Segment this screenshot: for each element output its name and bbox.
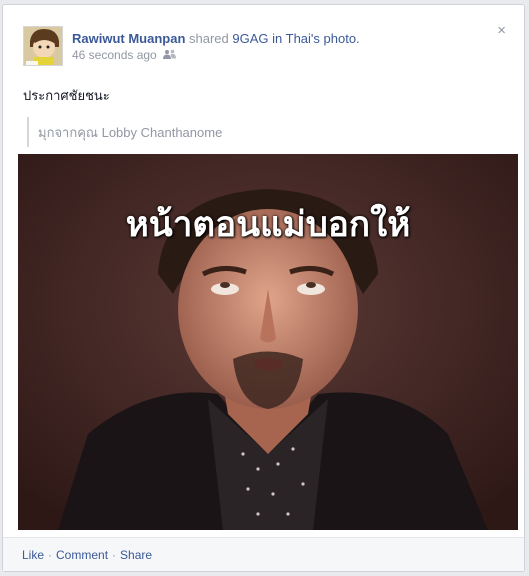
close-icon[interactable]: × [497, 23, 506, 38]
author-avatar[interactable] [23, 26, 63, 66]
post-actions: Like · Comment · Share [3, 537, 524, 571]
post-meta: 46 seconds ago [72, 48, 176, 62]
quote-text: มุกจากคุณ Lobby Chanthanome [38, 124, 223, 140]
share-button[interactable]: Share [120, 548, 152, 562]
page-name-link[interactable]: 9GAG in Thai [232, 31, 311, 46]
like-button[interactable]: Like [22, 548, 44, 562]
quote-block: มุกจากคุณ Lobby Chanthanome [27, 117, 222, 147]
action-separator: · [48, 547, 53, 562]
timestamp-link[interactable]: 46 seconds ago [72, 48, 157, 62]
author-name-link[interactable]: Rawiwut Muanpan [72, 31, 185, 46]
friends-icon[interactable] [162, 48, 176, 62]
meme-caption: หน้าตอนแม่บอกให้ [125, 205, 411, 245]
action-text: shared [189, 31, 229, 46]
action-separator: · [112, 547, 117, 562]
status-text: ประกาศชัยชนะ [23, 88, 110, 103]
post-card: Rawiwut Muanpan shared 9GAG in Thai's ph… [2, 4, 525, 572]
header-suffix: 's photo. [310, 31, 360, 46]
shared-photo[interactable]: หน้าตอนแม่บอกให้ [18, 154, 518, 530]
comment-button[interactable]: Comment [56, 548, 108, 562]
post-header: Rawiwut Muanpan shared 9GAG in Thai's ph… [72, 31, 360, 46]
